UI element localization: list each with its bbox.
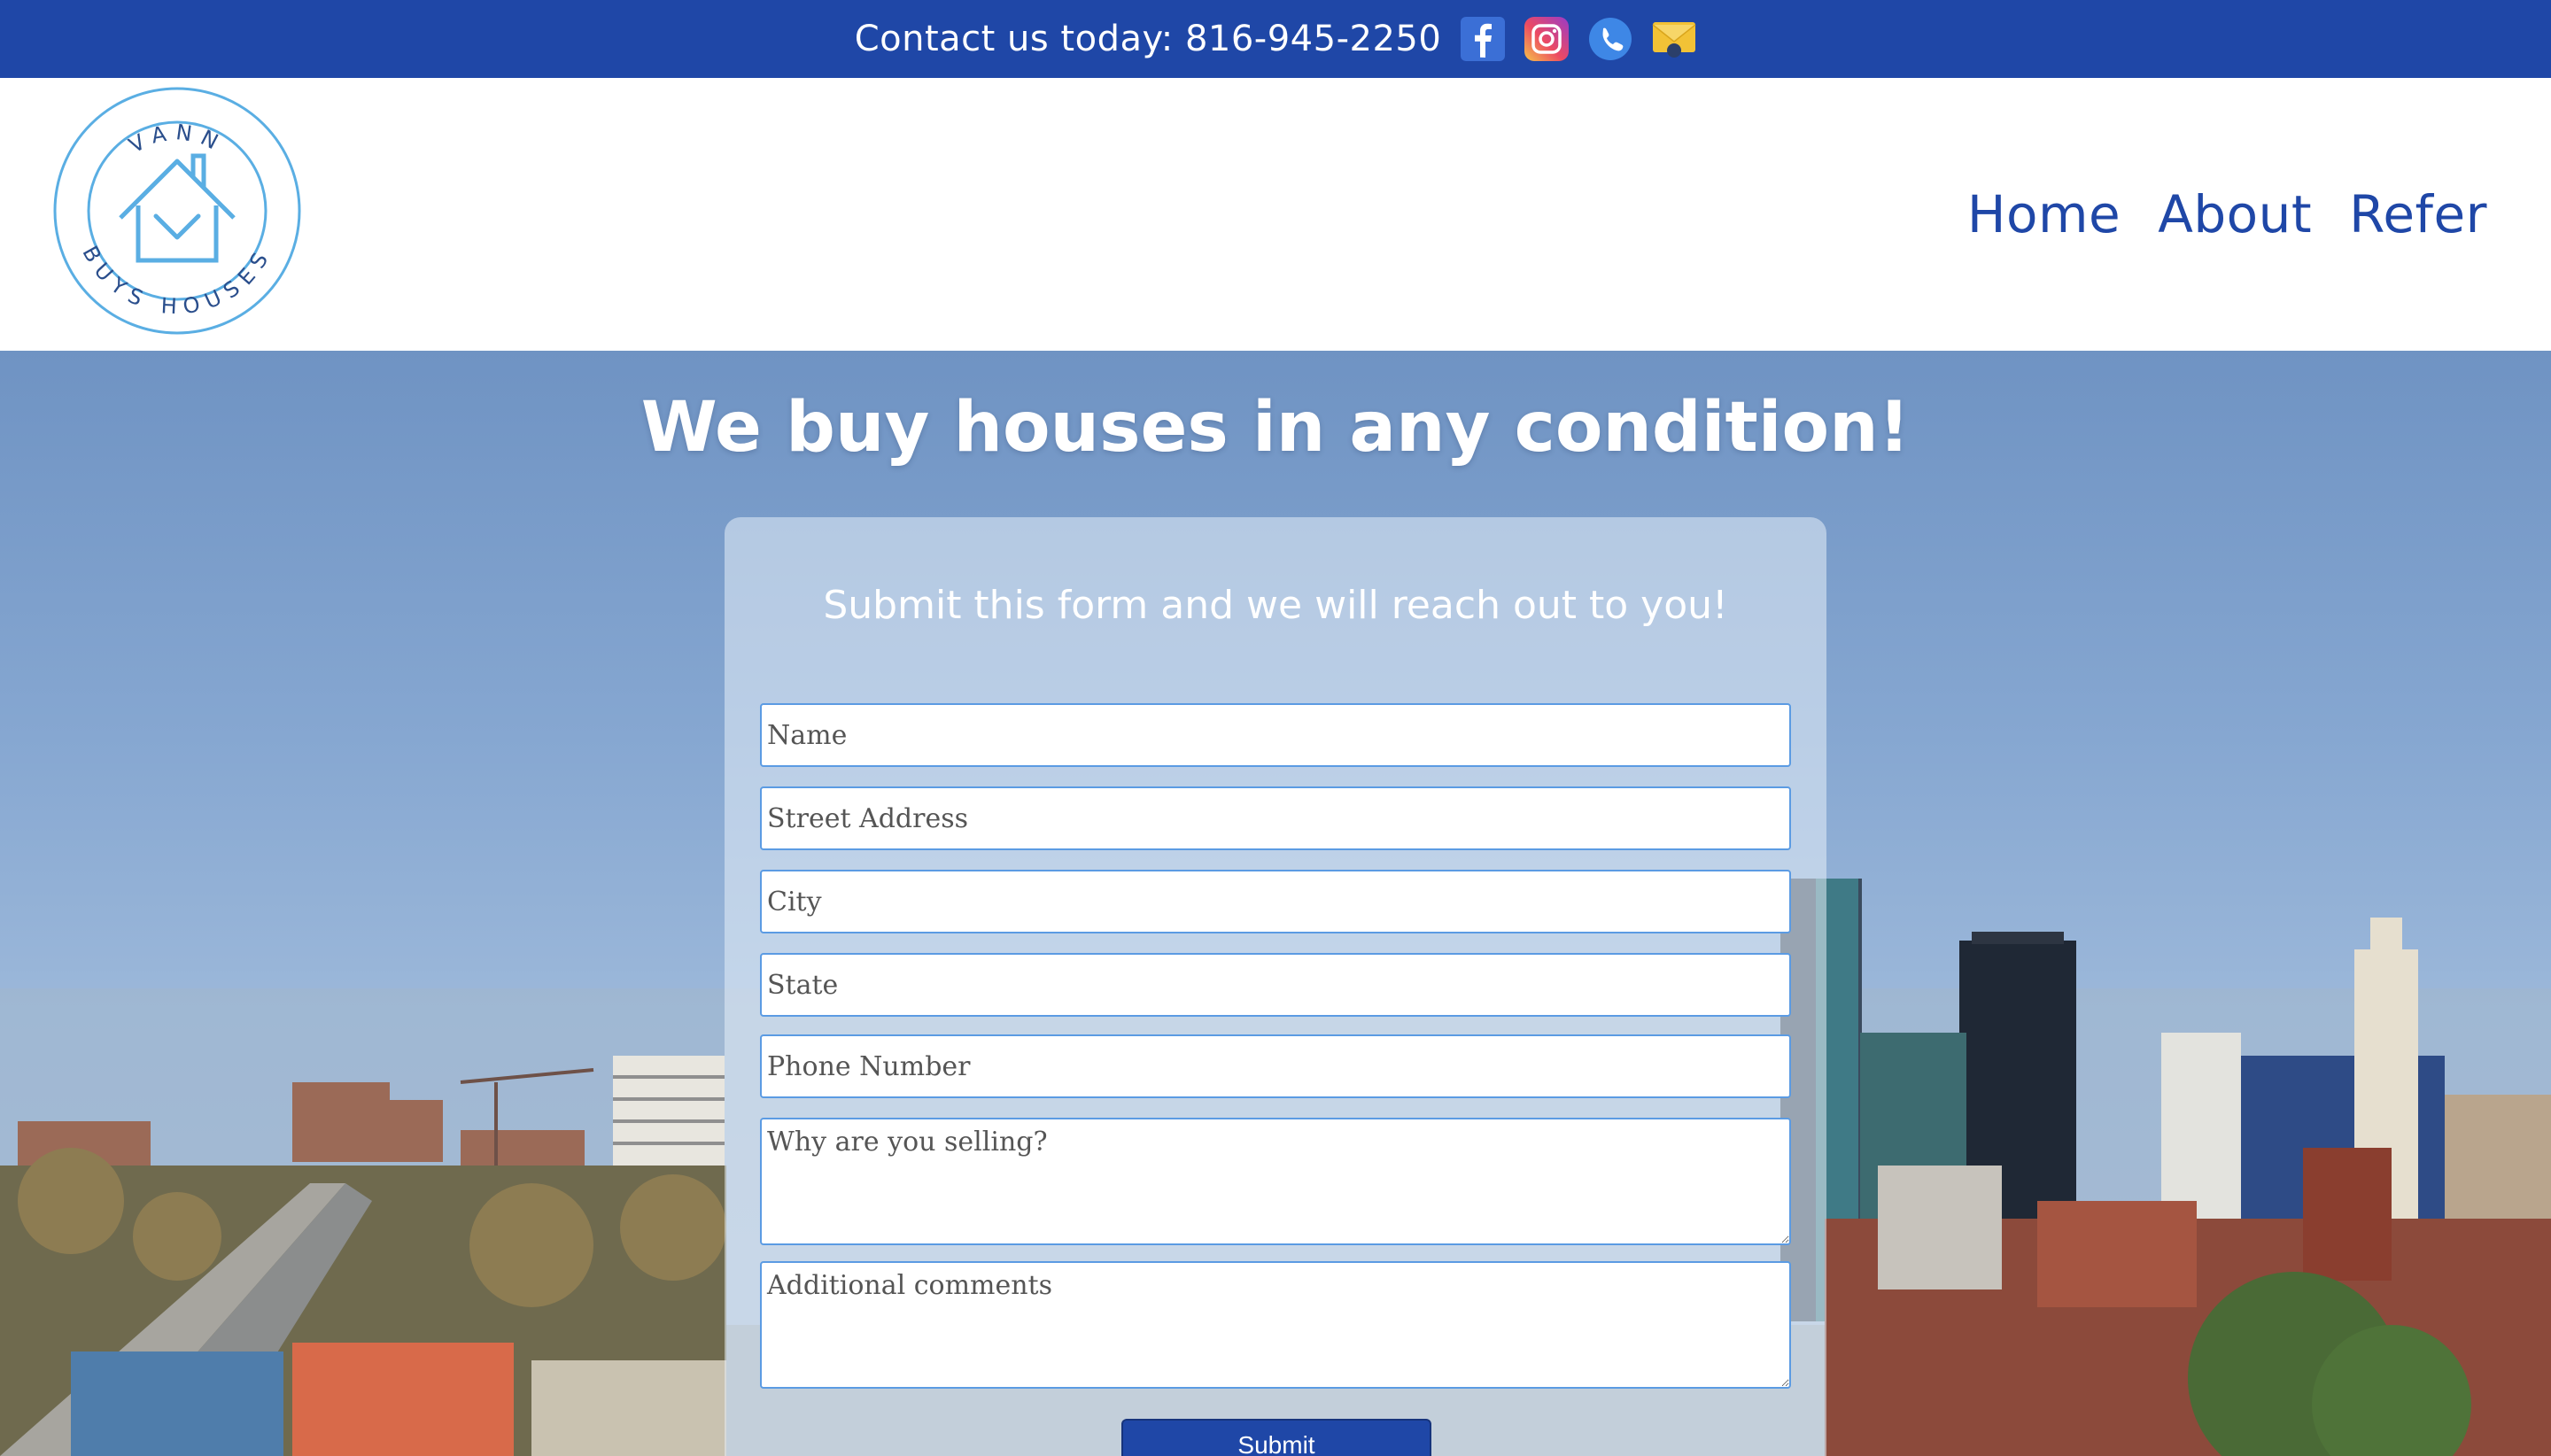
logo-bottom-text: BUYS HOUSES (77, 242, 268, 320)
svg-text:BUYS HOUSES: BUYS HOUSES (77, 242, 276, 320)
vann-buys-houses-logo[interactable]: VANN BUYS HOUSES (51, 85, 303, 337)
hero-section: We buy houses in any condition! Submit t… (0, 351, 2551, 1456)
hero-title: We buy houses in any condition! (640, 388, 1911, 468)
city-input[interactable] (760, 870, 1791, 933)
name-input[interactable] (760, 703, 1791, 767)
instagram-icon[interactable] (1524, 17, 1570, 61)
logo-top-text: VANN (125, 120, 221, 158)
contact-text: Contact us today: 816-945-2250 (854, 19, 1442, 59)
phone-icon[interactable] (1588, 17, 1632, 61)
social-links (1461, 17, 1696, 61)
site-header: VANN BUYS HOUSES Home About Refer (0, 78, 2551, 351)
form-subtitle: Submit this form and we will reach out t… (823, 583, 1728, 628)
email-icon[interactable] (1652, 17, 1696, 61)
facebook-icon[interactable] (1461, 17, 1506, 61)
nav-about[interactable]: About (2158, 184, 2312, 244)
why-selling-textarea[interactable] (760, 1118, 1791, 1245)
svg-text:VANN: VANN (125, 120, 229, 158)
nav-refer[interactable]: Refer (2349, 184, 2487, 244)
state-input[interactable] (760, 953, 1791, 1017)
contact-form: Submit this form and we will reach out t… (725, 517, 1826, 1456)
phone-number-input[interactable] (760, 1034, 1791, 1098)
nav-home[interactable]: Home (1967, 184, 2121, 244)
contact-bar: Contact us today: 816-945-2250 (0, 0, 2551, 78)
street-address-input[interactable] (760, 786, 1791, 850)
submit-button[interactable]: Submit (1121, 1419, 1431, 1456)
additional-comments-textarea[interactable] (760, 1261, 1791, 1389)
main-nav: Home About Refer (1967, 78, 2487, 351)
